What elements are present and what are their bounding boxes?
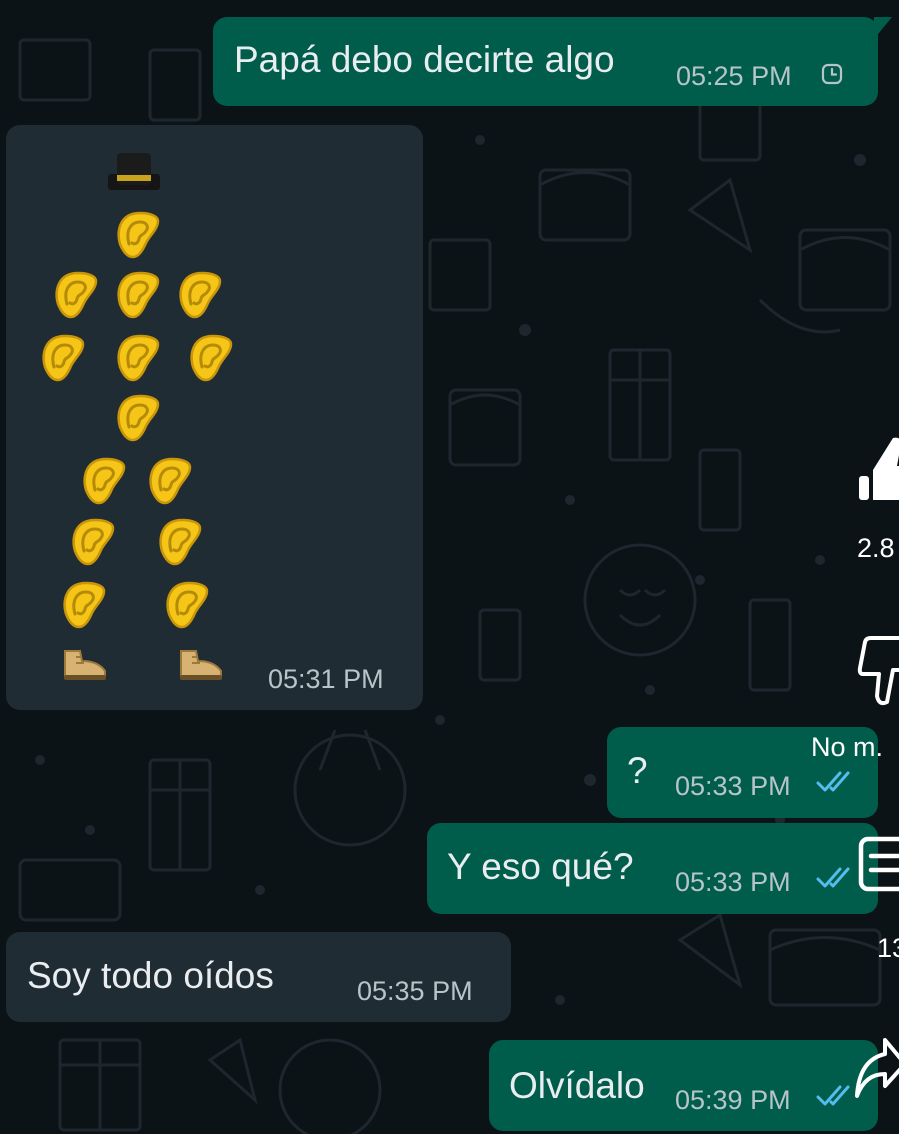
double-check-icon [816, 1085, 850, 1106]
like-thumbs-up-icon[interactable] [857, 436, 899, 502]
message-text: ? [627, 750, 648, 791]
message-text: Y eso qué? [447, 846, 634, 887]
message-time: 05:39 PM [675, 1085, 791, 1115]
double-check-icon [816, 771, 850, 792]
bubble-tail [874, 17, 892, 39]
double-check-icon [816, 867, 850, 888]
comment-icon[interactable] [858, 836, 899, 894]
message-bubble-incoming[interactable]: Soy todo oídos 05:35 PM [6, 932, 511, 1022]
top-hat-icon [108, 153, 160, 190]
message-bubble-outgoing[interactable]: Y eso qué? 05:33 PM [427, 823, 878, 914]
message-time: 05:33 PM [675, 771, 791, 801]
emoji-ear-figure [42, 153, 233, 681]
message-bubble-incoming-emoji-art[interactable]: 05:31 PM [6, 125, 423, 710]
dislike-thumbs-down-icon[interactable] [857, 636, 899, 706]
message-bubble-outgoing[interactable]: Papá debo decirte algo 05:25 PM [213, 17, 892, 106]
message-time: 05:31 PM [268, 664, 384, 694]
message-time: 05:33 PM [675, 867, 791, 897]
message-text: Papá debo decirte algo [234, 39, 615, 80]
message-text: Olvídalo [509, 1065, 645, 1106]
comment-count: 13 [877, 933, 899, 963]
pending-clock-icon [821, 63, 843, 85]
message-bubble-outgoing[interactable]: Olvídalo 05:39 PM [489, 1040, 878, 1131]
message-time: 05:25 PM [676, 61, 792, 91]
dislike-label: No m. [811, 732, 884, 762]
share-arrow-icon[interactable] [853, 1036, 899, 1106]
like-count: 2.8 [857, 533, 895, 563]
message-time: 05:35 PM [357, 976, 473, 1006]
message-text: Soy todo oídos [27, 955, 274, 996]
